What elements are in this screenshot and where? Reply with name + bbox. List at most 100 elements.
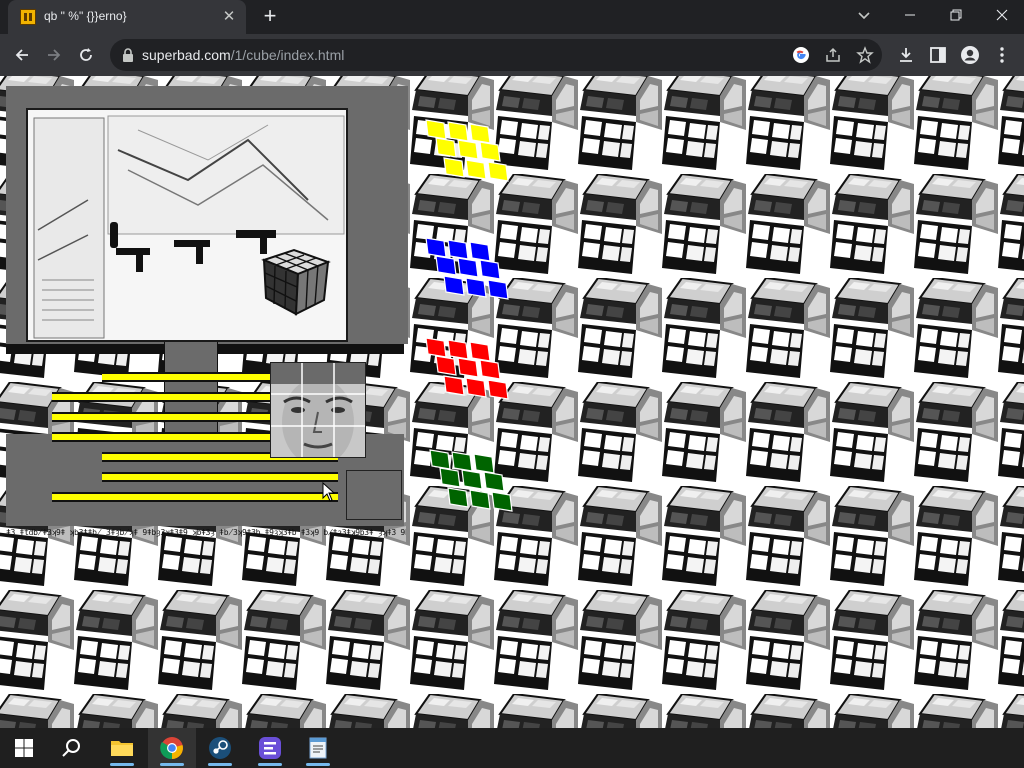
green-sticker <box>469 489 491 510</box>
sketch-image <box>28 110 346 340</box>
blue-sticker <box>479 259 501 280</box>
lock-icon[interactable] <box>122 48 134 62</box>
yellow-bar <box>52 392 282 402</box>
search-icon <box>62 739 80 757</box>
face-photo-tile <box>270 362 366 458</box>
tab-title: qb " %" {}}erno} <box>44 9 127 23</box>
yellow-sticker <box>443 157 465 178</box>
chrome-taskbar-button[interactable] <box>148 728 196 768</box>
blue-sticker <box>465 277 487 298</box>
yellow-stickers <box>425 119 509 182</box>
red-sticker <box>469 341 491 362</box>
share-icon[interactable] <box>824 46 842 64</box>
garbled-text: ǂ3 ǂtdb̸ǂ3ʞ9ǂ ʞb3ǂǂb̸ 3ǂȝb̸ʞǂ 9ǂbȝ3ʞǂ3ǂ9… <box>6 528 406 537</box>
address-bar[interactable]: superbad.com/1/cube/index.html <box>110 39 882 71</box>
red-sticker <box>425 337 447 358</box>
side-panel-icon[interactable] <box>928 45 948 65</box>
running-indicator <box>258 763 282 766</box>
red-sticker <box>443 375 465 396</box>
yellow-sticker <box>425 119 447 140</box>
gray-corner-block <box>346 470 402 520</box>
collage-window <box>6 86 408 546</box>
tab-close-icon[interactable]: ✕ <box>220 8 238 26</box>
running-indicator <box>306 763 330 766</box>
yellow-bar <box>102 372 278 382</box>
yellow-sticker <box>435 137 457 158</box>
notepad-icon <box>309 737 327 759</box>
red-cube-link[interactable] <box>418 330 510 410</box>
search-button[interactable] <box>48 728 96 768</box>
reload-icon[interactable] <box>74 43 98 67</box>
close-window-icon[interactable] <box>988 4 1016 28</box>
start-button[interactable] <box>0 728 48 768</box>
profile-avatar-icon[interactable] <box>960 45 980 65</box>
back-arrow-icon[interactable] <box>10 43 34 67</box>
file-explorer-button[interactable] <box>98 728 146 768</box>
running-indicator <box>110 763 134 766</box>
forward-arrow-icon[interactable] <box>42 43 66 67</box>
red-sticker <box>479 359 501 380</box>
new-tab-button[interactable]: + <box>258 5 282 29</box>
download-icon[interactable] <box>896 45 916 65</box>
red-sticker <box>435 355 457 376</box>
notepad-taskbar-button[interactable] <box>294 728 342 768</box>
running-indicator <box>160 763 184 766</box>
blue-stickers <box>425 237 509 300</box>
yellow-sticker <box>487 161 509 182</box>
yellow-sticker <box>447 121 469 142</box>
tab-strip: qb " %" {}}erno} ✕ + <box>0 0 1024 34</box>
green-sticker <box>473 453 495 474</box>
steam-icon <box>209 737 231 759</box>
windows-logo-icon <box>15 739 33 757</box>
more-menu-icon[interactable] <box>992 45 1012 65</box>
steam-taskbar-button[interactable] <box>196 728 244 768</box>
running-indicator <box>208 763 232 766</box>
chrome-icon <box>160 737 183 760</box>
blue-sticker <box>487 279 509 300</box>
red-sticker <box>465 377 487 398</box>
green-sticker <box>491 491 513 512</box>
yellow-sticker <box>465 159 487 180</box>
restore-icon[interactable] <box>942 4 970 28</box>
green-sticker <box>461 469 483 490</box>
folder-icon <box>111 741 133 756</box>
yellow-cube-link[interactable] <box>418 112 510 188</box>
url-host: superbad.com <box>142 47 231 63</box>
yellow-bar <box>52 412 282 422</box>
minimize-icon[interactable] <box>896 4 924 28</box>
page-viewport: ǂ3 ǂtdb̸ǂ3ʞ9ǂ ʞb3ǂǂb̸ 3ǂȝb̸ʞǂ 9ǂbȝ3ʞǂ3ǂ9… <box>0 76 1024 728</box>
green-sticker <box>451 451 473 472</box>
blue-cube-link[interactable] <box>418 230 510 310</box>
diagram-photo <box>26 108 348 342</box>
yellow-sticker <box>469 123 491 144</box>
blue-sticker <box>435 255 457 276</box>
bookmark-star-icon[interactable] <box>856 46 874 64</box>
yellow-sticker <box>457 139 479 160</box>
blue-sticker <box>457 257 479 278</box>
browser-tab[interactable]: qb " %" {}}erno} ✕ <box>8 0 246 34</box>
url-path: /1/cube/index.html <box>230 47 345 63</box>
red-sticker <box>487 379 509 400</box>
green-sticker <box>429 449 451 470</box>
yellow-bar <box>52 492 338 502</box>
blue-sticker <box>447 239 469 260</box>
green-sticker <box>483 471 505 492</box>
tab-search-icon[interactable] <box>850 4 878 28</box>
blue-sticker <box>469 241 491 262</box>
yellow-sticker <box>479 141 501 162</box>
windows-taskbar <box>0 728 1024 768</box>
google-lens-icon[interactable] <box>792 46 810 64</box>
red-sticker <box>457 357 479 378</box>
blue-sticker <box>425 237 447 258</box>
green-stickers <box>429 449 513 512</box>
red-sticker <box>447 339 469 360</box>
purple-app-taskbar-button[interactable] <box>246 728 294 768</box>
green-cube-link[interactable] <box>422 442 514 522</box>
browser-toolbar: superbad.com/1/cube/index.html <box>0 34 1024 76</box>
blue-sticker <box>443 275 465 296</box>
app-icon <box>259 737 281 759</box>
red-stickers <box>425 337 509 400</box>
url-text[interactable]: superbad.com/1/cube/index.html <box>142 47 344 63</box>
mouse-cursor-icon <box>322 482 336 502</box>
yellow-bar <box>102 472 338 482</box>
